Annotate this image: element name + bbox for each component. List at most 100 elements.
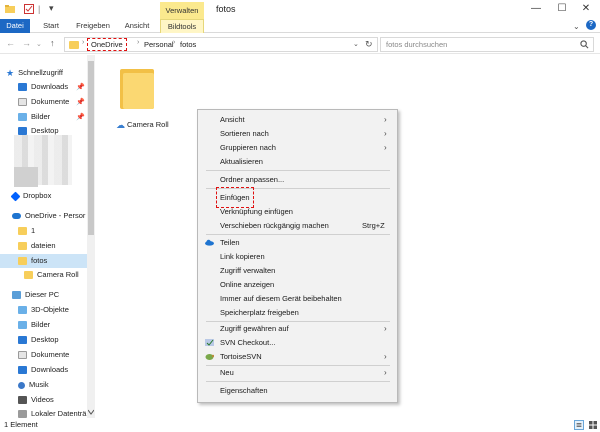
menu-item-eigenschaften[interactable]: Eigenschaften: [198, 384, 397, 397]
menu-item-verknuepfung-einfuegen[interactable]: Verknüpfung einfügen: [198, 205, 397, 218]
address-dropdown-icon[interactable]: ⌄: [353, 40, 359, 48]
folder-icon: [18, 227, 27, 236]
context-menu: Ansicht › Sortieren nach › Gruppieren nach…: [197, 109, 398, 403]
recent-locations-icon[interactable]: ⌄: [36, 40, 42, 48]
sidebar-item-desktop-pc[interactable]: Desktop: [18, 333, 59, 347]
search-input[interactable]: fotos durchsuchen: [386, 40, 447, 49]
breadcrumb-onedrive[interactable]: OneDrive: [87, 38, 127, 51]
menu-item-link-kopieren[interactable]: Link kopieren: [198, 250, 397, 263]
minimize-button[interactable]: —: [528, 2, 544, 16]
sidebar-item-3d-objekte[interactable]: 3D-Objekte: [18, 303, 69, 317]
menu-item-ansicht[interactable]: Ansicht ›: [198, 113, 397, 126]
breadcrumb-arrow-icon[interactable]: ›: [173, 39, 175, 46]
menu-item-sortieren-nach[interactable]: Sortieren nach ›: [198, 127, 397, 140]
menu-item-speicherplatz-freigeben[interactable]: Speicherplatz freigeben: [198, 306, 397, 319]
sidebar-item-musik[interactable]: Musik: [18, 378, 49, 392]
tab-start[interactable]: Start: [37, 19, 65, 33]
sidebar-item-label: Dieser PC: [25, 290, 60, 299]
sidebar-item-downloads[interactable]: Downloads: [18, 80, 68, 94]
sidebar-item-dokumente-pc[interactable]: Dokumente: [18, 348, 69, 362]
sidebar-scrollbar-thumb[interactable]: [88, 61, 94, 235]
sidebar-item-dieser-pc[interactable]: Dieser PC: [12, 288, 59, 302]
sidebar-item-label: Bilder: [31, 320, 51, 329]
sidebar-item-schnellzugriff[interactable]: ★ Schnellzugriff: [6, 66, 63, 80]
tab-datei[interactable]: Datei: [0, 19, 30, 33]
large-icons-view-icon[interactable]: [588, 420, 598, 430]
up-button[interactable]: ↑: [50, 38, 55, 48]
sidebar-item-dropbox[interactable]: Dropbox: [10, 189, 52, 203]
tab-freigeben[interactable]: Freigeben: [74, 19, 112, 33]
sidebar-item-onedrive[interactable]: OneDrive - Persor: [12, 209, 85, 223]
ribbon-tabs: Datei Start Freigeben Ansicht Bildtools: [0, 19, 600, 33]
menu-item-svn-checkout[interactable]: SVN Checkout...: [198, 336, 397, 349]
breadcrumb-fotos[interactable]: fotos: [180, 40, 196, 49]
menu-item-label: Immer auf diesem Gerät beibehalten: [220, 294, 342, 303]
cloud-status-icon: ☁: [116, 120, 125, 130]
menu-item-label: Speicherplatz freigeben: [220, 308, 299, 317]
menu-item-zugriff-gewaehren[interactable]: Zugriff gewähren auf ›: [198, 322, 397, 335]
properties-check-icon[interactable]: [24, 4, 34, 14]
blurred-items: [14, 167, 38, 187]
menu-item-zugriff-verwalten[interactable]: Zugriff verwalten: [198, 264, 397, 277]
sidebar-item-label: Dropbox: [23, 191, 52, 200]
folder-icon: [18, 257, 27, 266]
quick-access-dropdown-icon[interactable]: ▾: [49, 3, 54, 14]
help-icon[interactable]: ?: [586, 20, 596, 30]
tab-bildtools[interactable]: Bildtools: [160, 19, 204, 33]
sidebar-item-camera-roll[interactable]: Camera Roll: [24, 268, 79, 282]
sidebar-item-label: Musik: [29, 380, 49, 389]
forward-button[interactable]: →: [22, 38, 31, 48]
folder-icon[interactable]: [5, 4, 15, 14]
menu-item-tortoisesvn[interactable]: TortoiseSVN ›: [198, 350, 397, 363]
file-name[interactable]: Camera Roll: [127, 120, 169, 129]
sidebar-item-label: OneDrive - Persor: [25, 211, 86, 220]
menu-item-teilen[interactable]: Teilen: [198, 236, 397, 249]
sidebar-item-bilder[interactable]: Bilder: [18, 110, 50, 124]
sidebar-item-label: Desktop: [31, 335, 59, 344]
sidebar-item-dokumente[interactable]: Dokumente: [18, 95, 69, 109]
back-button[interactable]: ←: [6, 38, 15, 48]
sidebar-item-downloads-pc[interactable]: Downloads: [18, 363, 68, 377]
breadcrumb-personal[interactable]: Personal: [144, 40, 174, 49]
address-bar[interactable]: › OneDrive › Personal › fotos ⌄ ↻: [64, 37, 378, 52]
sidebar-item-bilder-pc[interactable]: Bilder: [18, 318, 50, 332]
menu-item-label: TortoiseSVN: [220, 352, 262, 361]
menu-item-aktualisieren[interactable]: Aktualisieren: [198, 155, 397, 168]
onedrive-cloud-icon: [205, 239, 214, 246]
status-item-count: 1 Element: [4, 420, 38, 429]
menu-item-ordner-anpassen[interactable]: Ordner anpassen...: [198, 173, 397, 186]
scroll-down-icon[interactable]: [88, 409, 94, 415]
menu-item-einfuegen[interactable]: Einfügen: [198, 187, 397, 208]
submenu-arrow-icon: ›: [384, 352, 387, 361]
menu-item-gruppieren-nach[interactable]: Gruppieren nach ›: [198, 141, 397, 154]
folder-icon[interactable]: [120, 67, 154, 109]
pin-icon: 📌: [76, 99, 85, 106]
ribbon-expand-icon[interactable]: ⌄: [573, 22, 580, 31]
sidebar-item-1[interactable]: 1: [18, 224, 35, 238]
music-icon: [18, 381, 25, 389]
details-view-icon[interactable]: [574, 420, 584, 430]
menu-item-label: Verschieben rückgängig machen: [220, 221, 329, 230]
menu-item-label: SVN Checkout...: [220, 338, 276, 347]
tab-ansicht[interactable]: Ansicht: [120, 19, 154, 33]
window-title: fotos: [216, 4, 236, 14]
sidebar-item-label: Bilder: [31, 112, 51, 121]
search-box[interactable]: fotos durchsuchen: [380, 37, 594, 52]
star-icon: ★: [6, 68, 15, 79]
pictures-icon: [18, 321, 27, 330]
menu-item-label: Zugriff verwalten: [220, 266, 276, 275]
close-button[interactable]: ✕: [578, 2, 594, 16]
menu-item-label: Online anzeigen: [220, 280, 275, 289]
menu-item-neu[interactable]: Neu ›: [198, 366, 397, 379]
breadcrumb-arrow-icon[interactable]: ›: [82, 39, 84, 46]
sidebar-item-fotos[interactable]: fotos: [0, 254, 87, 268]
sidebar-item-videos[interactable]: Videos: [18, 393, 54, 407]
sidebar-item-dateien[interactable]: dateien: [18, 239, 56, 253]
breadcrumb-arrow-icon[interactable]: ›: [137, 39, 139, 46]
menu-item-verschieben-rueckgaengig[interactable]: Verschieben rückgängig machen Strg+Z: [198, 219, 397, 232]
video-icon: [18, 396, 27, 405]
refresh-icon[interactable]: ↻: [365, 39, 373, 50]
menu-item-immer-beibehalten[interactable]: Immer auf diesem Gerät beibehalten: [198, 292, 397, 305]
menu-item-online-anzeigen[interactable]: Online anzeigen: [198, 278, 397, 291]
maximize-button[interactable]: ☐: [554, 2, 570, 16]
